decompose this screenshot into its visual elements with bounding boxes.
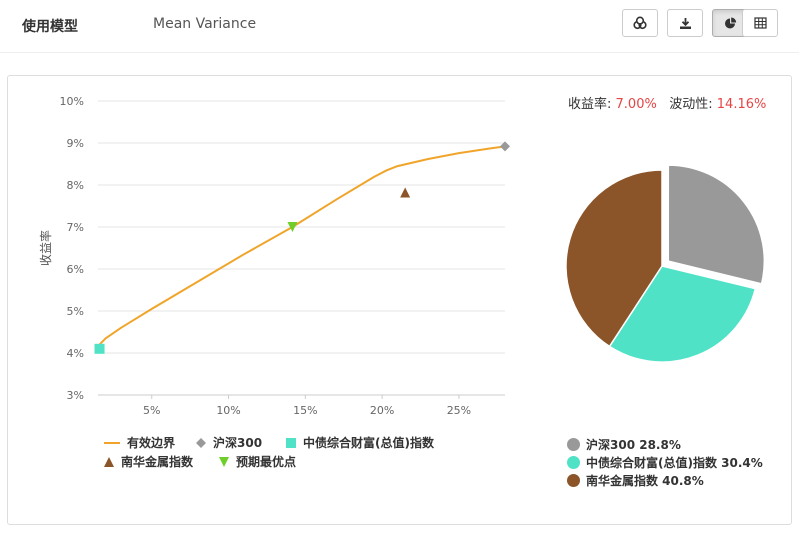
x-tick-label: 20% [370,404,394,417]
frontier-line [98,145,506,346]
legend-label: 中债综合财富(总值)指数 [303,436,434,450]
dot-marker-icon [567,456,580,469]
pie-slice-hs300 [667,164,766,285]
y-tick-label: 3% [67,389,84,402]
pie-legend-item-metal-index[interactable]: 南华金属指数 40.8% [567,472,704,489]
pie-legend-label: 沪深300 28.8% [586,438,681,452]
pie-legend-label: 南华金属指数 40.8% [586,474,704,488]
x-tick-label: 15% [293,404,317,417]
dot-marker-icon [567,474,580,487]
y-axis-label: 收益率 [38,230,53,266]
legend-item-frontier[interactable]: 有效边界 [104,434,175,451]
legend-label: 沪深300 [213,436,263,450]
y-tick-label: 7% [67,221,84,234]
line-marker-icon [104,441,120,444]
legend-label: 有效边界 [127,436,176,450]
pie-legend-label: 中债综合财富(总值)指数 30.4% [586,456,763,470]
legend-label: 南华金属指数 [121,455,194,469]
x-tick-label: 10% [216,404,240,417]
x-tick-label: 25% [447,404,471,417]
legend-item-optimal[interactable]: 预期最优点 [219,453,296,470]
legend-item-bond-index[interactable]: 中债综合财富(总值)指数 [286,434,434,451]
pie-legend-item-hs300[interactable]: 沪深300 28.8% [567,436,681,453]
point-bond-index [94,343,105,354]
y-tick-label: 6% [67,263,84,276]
legend-item-hs300[interactable]: 沪深300 [196,434,262,451]
legend-item-metal-index[interactable]: 南华金属指数 [104,453,193,470]
y-tick-label: 10% [60,95,84,108]
triangle-down-marker-icon [219,456,229,467]
x-tick-label: 5% [143,404,160,417]
y-tick-label: 9% [67,137,84,150]
dot-marker-icon [567,438,580,451]
diamond-marker-icon [196,437,206,448]
triangle-up-marker-icon [104,456,114,467]
y-tick-label: 8% [67,179,84,192]
y-tick-label: 4% [67,347,84,360]
legend-label: 预期最优点 [236,455,297,469]
point-metal-index [400,187,411,198]
pie-legend-item-bond-index[interactable]: 中债综合财富(总值)指数 30.4% [567,454,763,471]
y-tick-label: 5% [67,305,84,318]
square-marker-icon [286,437,296,448]
